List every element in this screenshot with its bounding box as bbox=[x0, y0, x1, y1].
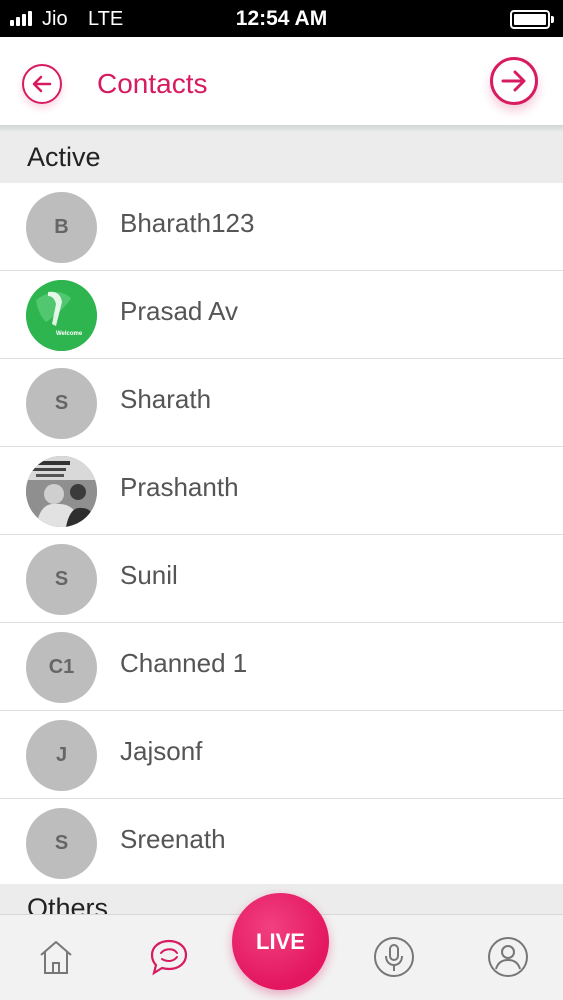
forward-button[interactable] bbox=[490, 57, 538, 105]
contact-name: Sunil bbox=[120, 560, 178, 590]
status-bar: Jio LTE 12:54 AM bbox=[0, 0, 563, 37]
contact-row[interactable]: Welcome Prasad Av bbox=[0, 271, 563, 359]
avatar: J bbox=[26, 720, 97, 791]
avatar-image-text: Welcome bbox=[56, 331, 83, 337]
contact-list: B Bharath123 Welcome Prasad Av S Sharath bbox=[0, 183, 563, 887]
nav-chat-button[interactable] bbox=[145, 933, 193, 981]
header-divider bbox=[0, 125, 563, 133]
contact-name: Prashanth bbox=[120, 472, 239, 502]
contact-name: Prasad Av bbox=[120, 296, 239, 326]
avatar: S bbox=[26, 368, 97, 439]
nav-profile-button[interactable] bbox=[484, 933, 532, 981]
arrow-left-circle-icon bbox=[32, 75, 52, 93]
arrow-right-circle-icon bbox=[501, 70, 526, 92]
avatar: S bbox=[26, 808, 97, 879]
status-time: 12:54 AM bbox=[235, 7, 328, 30]
contact-row[interactable]: C1 Channed 1 bbox=[0, 623, 563, 711]
contact-name: Bharath123 bbox=[120, 208, 255, 238]
avatar: S bbox=[26, 544, 97, 615]
home-icon bbox=[40, 941, 72, 974]
microphone-icon bbox=[374, 937, 414, 977]
contact-row[interactable]: S Sunil bbox=[0, 535, 563, 623]
nav-mic-button[interactable] bbox=[370, 933, 418, 981]
contact-row[interactable]: S Sharath bbox=[0, 359, 563, 447]
app-header: Contacts bbox=[0, 37, 563, 125]
contact-name: Sreenath bbox=[120, 824, 226, 854]
avatar-image: Welcome bbox=[26, 280, 97, 351]
section-title-others: Others bbox=[27, 893, 109, 914]
nav-home-button[interactable] bbox=[32, 933, 80, 981]
avatar: B bbox=[26, 192, 97, 263]
chat-icon bbox=[150, 939, 188, 976]
section-title-active: Active bbox=[27, 142, 101, 172]
contact-name: Jajsonf bbox=[120, 736, 203, 766]
contact-row[interactable]: S Sreenath bbox=[0, 799, 563, 887]
section-header-active: Active bbox=[0, 133, 563, 183]
profile-icon bbox=[488, 937, 528, 977]
battery-icon bbox=[510, 10, 554, 29]
contact-name: Channed 1 bbox=[120, 648, 248, 678]
contact-row[interactable]: B Bharath123 bbox=[0, 183, 563, 271]
contact-name: Sharath bbox=[120, 384, 212, 414]
back-button[interactable] bbox=[22, 64, 62, 104]
contact-row[interactable]: J Jajsonf bbox=[0, 711, 563, 799]
live-button[interactable]: LIVE bbox=[232, 893, 329, 990]
page-title: Contacts bbox=[97, 68, 208, 99]
avatar: C1 bbox=[26, 632, 97, 703]
avatar-image bbox=[26, 456, 97, 527]
contact-row[interactable]: Prashanth bbox=[0, 447, 563, 535]
